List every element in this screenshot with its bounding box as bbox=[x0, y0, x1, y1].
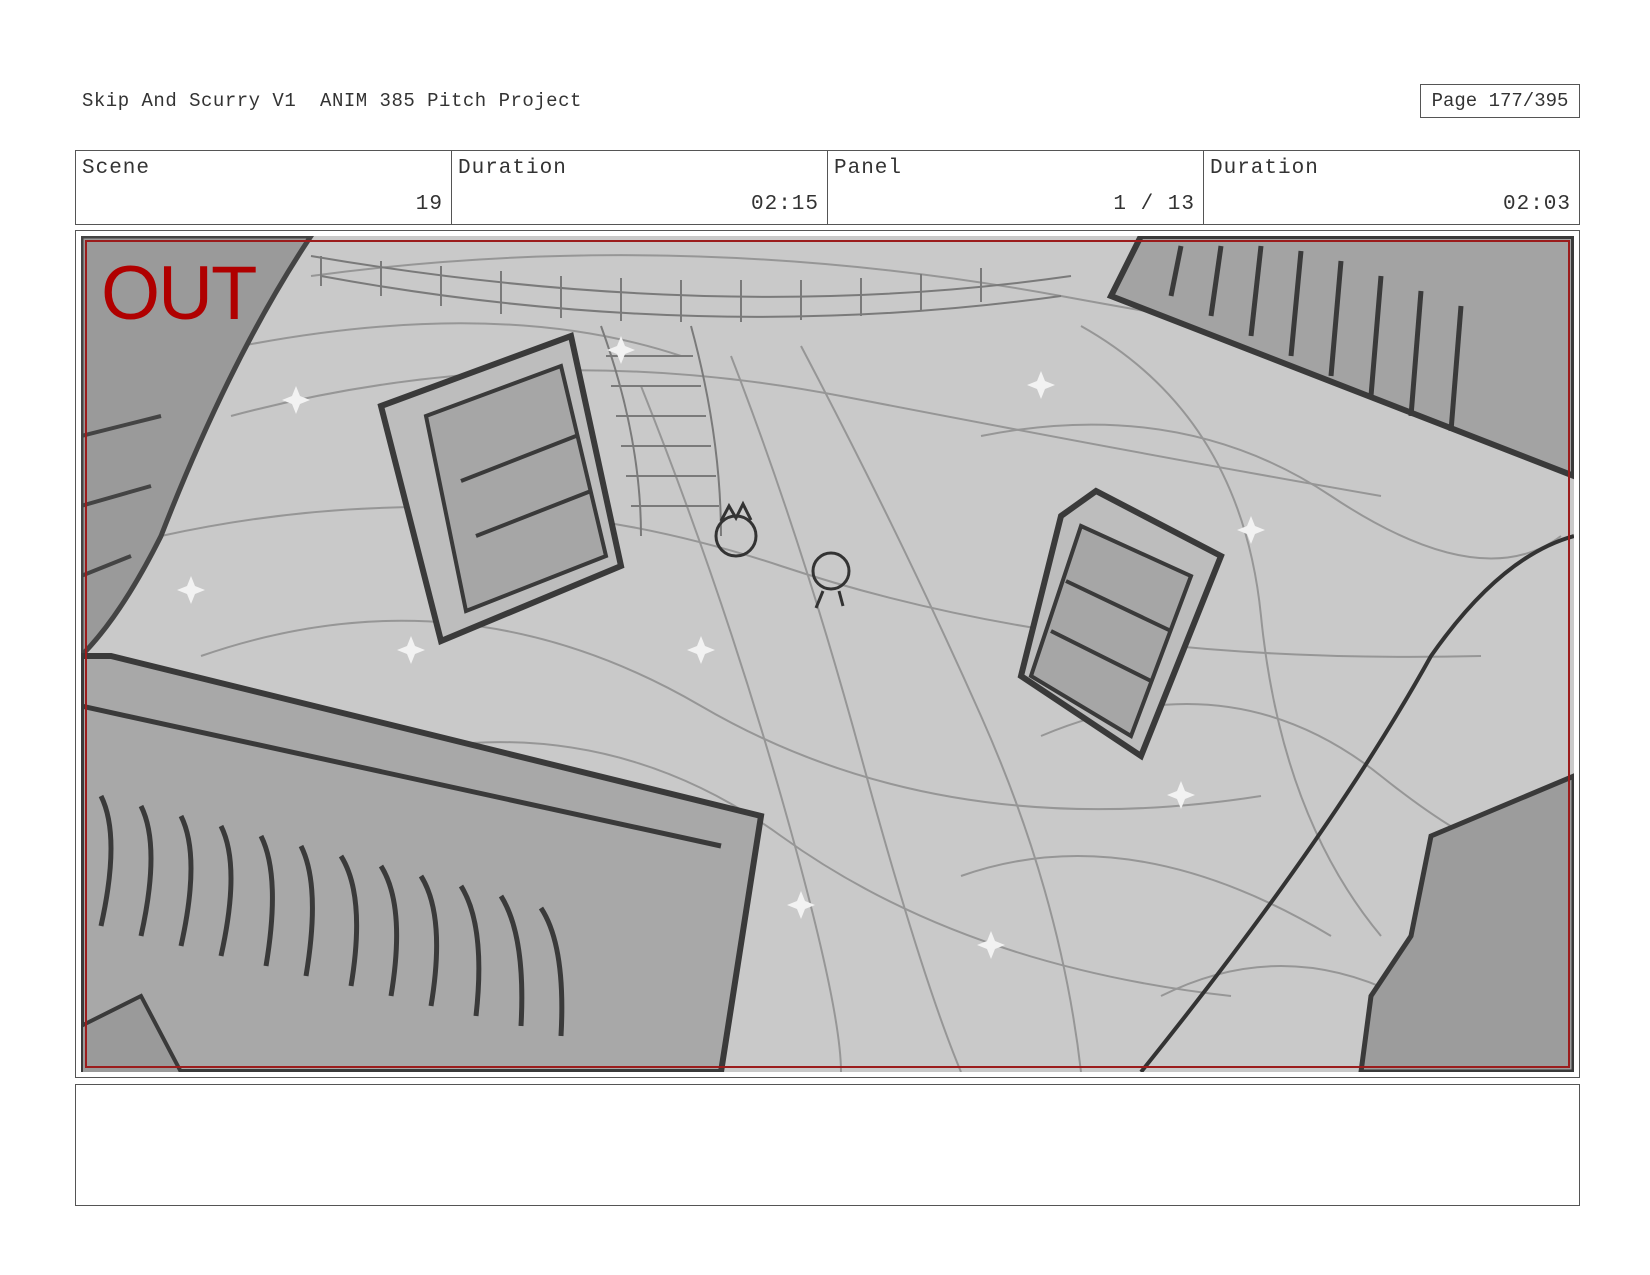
scene-value: 19 bbox=[415, 193, 443, 216]
panel-value: 1 / 13 bbox=[1113, 193, 1195, 216]
scene-duration-label: Duration bbox=[458, 157, 567, 180]
document-title: Skip And Scurry V1 ANIM 385 Pitch Projec… bbox=[82, 90, 582, 112]
panel-duration-value: 02:03 bbox=[1502, 193, 1571, 216]
notes-box[interactable] bbox=[75, 1084, 1580, 1206]
panel-cell: Panel 1 / 13 bbox=[828, 151, 1204, 224]
scene-duration-cell: Duration 02:15 bbox=[452, 151, 828, 224]
out-overlay-label: OUT bbox=[101, 251, 257, 336]
panel-label: Panel bbox=[834, 157, 903, 180]
storyboard-panel: OUT bbox=[75, 230, 1580, 1078]
scene-label: Scene bbox=[82, 157, 151, 180]
scene-cell: Scene 19 bbox=[76, 151, 452, 224]
page-number: Page 177/395 bbox=[1420, 84, 1580, 118]
sketch-image bbox=[81, 236, 1574, 1072]
panel-duration-label: Duration bbox=[1210, 157, 1319, 180]
info-row: Scene 19 Duration 02:15 Panel 1 / 13 Dur… bbox=[75, 150, 1580, 225]
scene-duration-value: 02:15 bbox=[750, 193, 819, 216]
panel-duration-cell: Duration 02:03 bbox=[1204, 151, 1579, 224]
